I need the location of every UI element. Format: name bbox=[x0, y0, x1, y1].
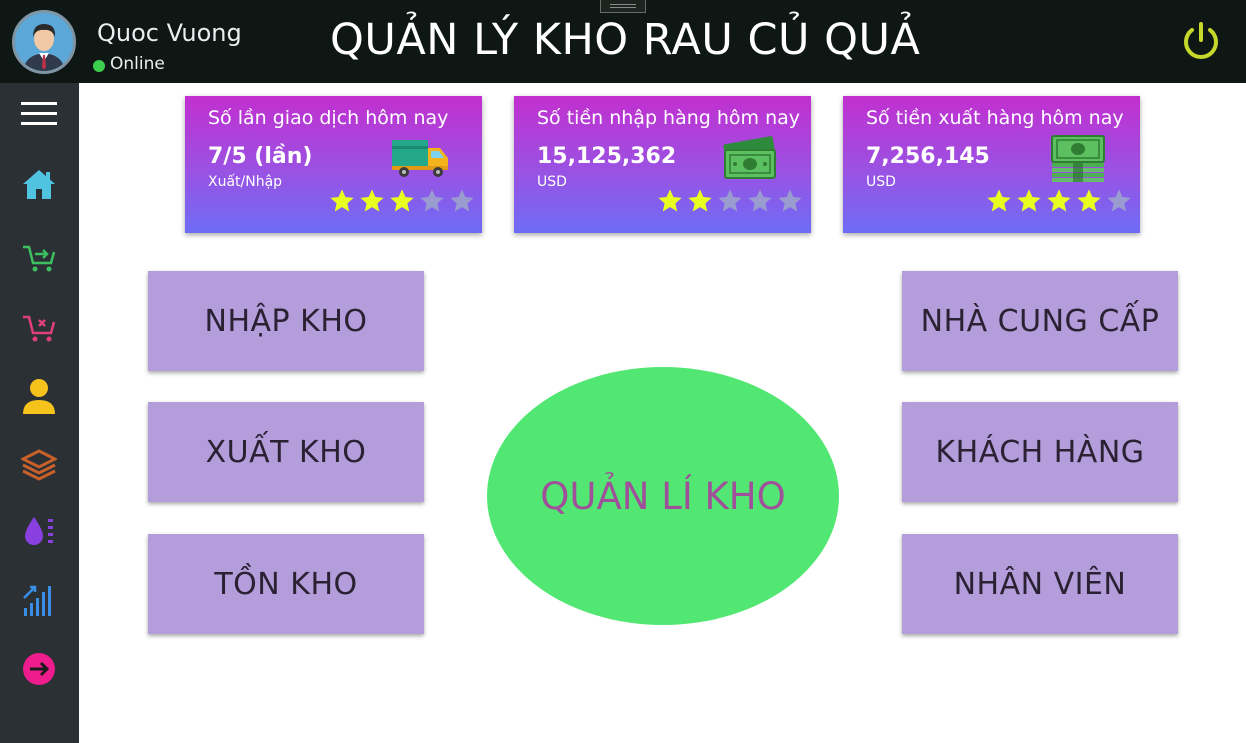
logout-icon[interactable] bbox=[16, 646, 62, 692]
avatar[interactable] bbox=[12, 10, 76, 74]
warehouse-management-label: QUẢN LÍ KHO bbox=[540, 474, 786, 518]
card-title: Số tiền nhập hàng hôm nay bbox=[537, 107, 801, 129]
transactions-card: Số lần giao dịch hôm nay 7/5 (lần) Xuất/… bbox=[185, 96, 482, 233]
star-empty-icon bbox=[778, 189, 802, 212]
export-amount-card: Số tiền xuất hàng hôm nay 7,256,145 USD bbox=[843, 96, 1140, 233]
star-filled-icon bbox=[987, 189, 1011, 212]
card-value: 15,125,362 bbox=[537, 144, 677, 169]
card-unit: USD bbox=[866, 174, 896, 190]
star-empty-icon bbox=[450, 189, 474, 212]
customer-button[interactable]: KHÁCH HÀNG bbox=[902, 402, 1178, 502]
star-empty-icon bbox=[718, 189, 742, 212]
rating-stars bbox=[328, 187, 476, 215]
user-name: Quoc Vuong bbox=[97, 19, 242, 47]
signal-bars-icon[interactable] bbox=[16, 577, 62, 623]
star-filled-icon bbox=[688, 189, 712, 212]
card-value: 7/5 (lần) bbox=[208, 144, 313, 169]
card-value: 7,256,145 bbox=[866, 144, 990, 169]
hamburger-menu-icon[interactable] bbox=[16, 91, 62, 137]
import-stock-button[interactable]: NHẬP KHO bbox=[148, 271, 424, 371]
rating-stars bbox=[985, 187, 1133, 215]
star-filled-icon bbox=[390, 189, 414, 212]
power-icon[interactable] bbox=[1180, 20, 1222, 62]
card-title: Số lần giao dịch hôm nay bbox=[208, 107, 449, 129]
card-title: Số tiền xuất hàng hôm nay bbox=[866, 107, 1124, 129]
supplier-button[interactable]: NHÀ CUNG CẤP bbox=[902, 271, 1178, 371]
import-amount-card: Số tiền nhập hàng hôm nay 15,125,362 USD bbox=[514, 96, 811, 233]
money-icon bbox=[719, 134, 781, 184]
water-drop-icon[interactable] bbox=[16, 508, 62, 554]
card-unit: USD bbox=[537, 174, 567, 190]
rating-stars bbox=[656, 187, 804, 215]
star-filled-icon bbox=[1077, 189, 1101, 212]
star-empty-icon bbox=[748, 189, 772, 212]
cart-remove-icon[interactable] bbox=[16, 305, 62, 351]
money-stack-icon bbox=[1047, 134, 1109, 184]
star-filled-icon bbox=[330, 189, 354, 212]
card-unit: Xuất/Nhập bbox=[208, 174, 283, 190]
layers-icon[interactable] bbox=[16, 441, 62, 487]
star-filled-icon bbox=[1017, 189, 1041, 212]
export-stock-button[interactable]: XUẤT KHO bbox=[148, 402, 424, 502]
star-empty-icon bbox=[420, 189, 444, 212]
warehouse-management-button[interactable]: QUẢN LÍ KHO bbox=[487, 367, 839, 625]
inventory-button[interactable]: TỒN KHO bbox=[148, 534, 424, 634]
home-icon[interactable] bbox=[16, 161, 62, 207]
user-icon[interactable] bbox=[16, 373, 62, 419]
truck-icon bbox=[389, 134, 451, 184]
sidebar bbox=[0, 83, 79, 743]
star-filled-icon bbox=[1047, 189, 1071, 212]
status-label: Online bbox=[110, 54, 165, 74]
star-filled-icon bbox=[360, 189, 384, 212]
star-filled-icon bbox=[658, 189, 682, 212]
top-bar: Quoc Vuong Online QUẢN LÝ KHO RAU CỦ QUẢ bbox=[0, 0, 1246, 83]
star-empty-icon bbox=[1107, 189, 1131, 212]
online-status-icon bbox=[93, 60, 105, 72]
cart-import-icon[interactable] bbox=[16, 235, 62, 281]
staff-button[interactable]: NHÂN VIÊN bbox=[902, 534, 1178, 634]
app-title: QUẢN LÝ KHO RAU CỦ QUẢ bbox=[330, 15, 921, 65]
window-drag-handle[interactable] bbox=[600, 0, 646, 13]
